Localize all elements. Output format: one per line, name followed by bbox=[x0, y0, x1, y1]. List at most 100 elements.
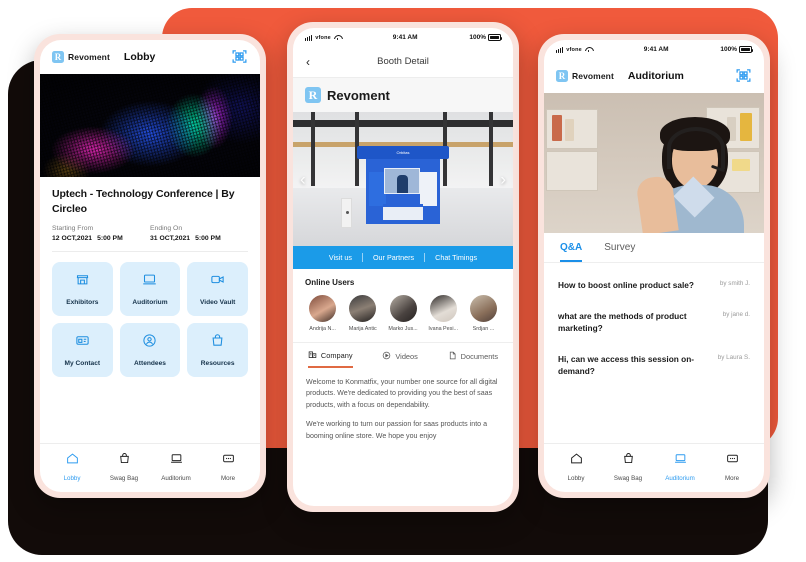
document-icon bbox=[448, 351, 457, 362]
bottom-tabbar: Lobby Swag Bag Auditorium More bbox=[544, 443, 764, 492]
signal-icon bbox=[556, 46, 564, 53]
booth-carousel-image: Orbitas ‹ › bbox=[293, 112, 513, 246]
bag-icon bbox=[622, 452, 635, 470]
brand-logo: R Revoment bbox=[556, 69, 614, 82]
battery-label: 100% bbox=[720, 46, 737, 53]
avatar bbox=[309, 295, 337, 322]
lobby-header: R Revoment Lobby bbox=[40, 40, 260, 74]
tile-label: Auditorium bbox=[132, 298, 168, 306]
question-item[interactable]: what are the methods of product marketin… bbox=[558, 300, 750, 343]
phone-middle-screen: vfone 9:41 AM 100% ‹ Booth Detail R Revo… bbox=[293, 28, 513, 506]
home-icon bbox=[570, 452, 583, 470]
phone-right: vfone 9:41 AM 100% R Revoment Auditorium bbox=[538, 34, 770, 498]
end-date: 31 OCT,2021 bbox=[150, 234, 191, 242]
subtab-label: Company bbox=[320, 351, 353, 360]
end-time: 5:00 PM bbox=[195, 234, 221, 242]
carousel-next-icon[interactable]: › bbox=[500, 171, 506, 188]
speaker-figure bbox=[635, 115, 749, 233]
brand-mark-icon: R bbox=[52, 50, 64, 63]
start-value: 12 OCT,2021 5:00 PM bbox=[52, 235, 150, 242]
tab-label: Lobby bbox=[567, 475, 585, 482]
subtab-label: Videos bbox=[395, 352, 418, 361]
chevron-left-icon[interactable]: ‹ bbox=[306, 56, 310, 68]
event-summary: Uptech - Technology Conference | By Circ… bbox=[40, 177, 260, 251]
question-item[interactable]: How to boost online product sale? by smi… bbox=[558, 269, 750, 300]
lobby-tile-grid: Exhibitors Auditorium Video Vault My Con… bbox=[40, 252, 260, 385]
paragraph: Welcome to Konmatfix, your number one so… bbox=[306, 378, 498, 409]
user-name: Srdjan ... bbox=[472, 326, 495, 332]
end-value: 31 OCT,2021 5:00 PM bbox=[150, 235, 248, 242]
user-item[interactable]: Marko Jus... bbox=[385, 295, 420, 332]
tile-label: Attendees bbox=[134, 359, 166, 367]
avatar bbox=[469, 295, 497, 322]
qr-scan-icon[interactable] bbox=[735, 67, 752, 84]
more-icon bbox=[726, 452, 739, 470]
battery-icon bbox=[487, 34, 503, 41]
booth-sign: Orbitas bbox=[357, 146, 449, 159]
tab-auditorium[interactable]: Auditorium bbox=[654, 452, 706, 482]
tab-lobby[interactable]: Lobby bbox=[550, 452, 602, 482]
question-text: what are the methods of product marketin… bbox=[558, 311, 687, 334]
tab-label: Swag Bag bbox=[613, 475, 643, 482]
user-item[interactable]: Marija Antic bbox=[345, 295, 380, 332]
carousel-prev-icon[interactable]: ‹ bbox=[300, 171, 306, 188]
tab-more[interactable]: More bbox=[706, 452, 758, 482]
user-item[interactable]: Srdjan ... bbox=[466, 295, 501, 332]
question-text: Hi, can we access this session on-demand… bbox=[558, 354, 695, 377]
session-tabs: Q&A Survey bbox=[544, 233, 764, 263]
page-title: Auditorium bbox=[627, 69, 684, 82]
tab-survey[interactable]: Survey bbox=[604, 242, 635, 262]
tab-auditorium[interactable]: Auditorium bbox=[150, 452, 202, 482]
play-icon bbox=[382, 351, 391, 362]
contact-card-icon bbox=[75, 333, 90, 353]
bottom-tabbar: Lobby Swag Bag Auditorium More bbox=[40, 443, 260, 492]
action-our-partners[interactable]: Our Partners bbox=[363, 253, 424, 262]
question-list: How to boost online product sale? by smi… bbox=[544, 263, 764, 443]
question-item[interactable]: Hi, can we access this session on-demand… bbox=[558, 343, 750, 386]
company-icon bbox=[308, 350, 317, 361]
tab-lobby[interactable]: Lobby bbox=[46, 452, 98, 482]
tile-attendees[interactable]: Attendees bbox=[119, 322, 181, 377]
booth-brand-bar: R Revoment bbox=[293, 77, 513, 112]
brand-name: Revoment bbox=[572, 70, 614, 81]
carrier-label: vfone bbox=[566, 46, 582, 53]
phone-left-screen: R Revoment Lobby Uptech - Technology Con… bbox=[40, 40, 260, 492]
tile-video-vault[interactable]: Video Vault bbox=[187, 261, 248, 316]
user-item[interactable]: Andrija N... bbox=[305, 295, 340, 332]
tile-auditorium[interactable]: Auditorium bbox=[119, 261, 181, 316]
booth-subtabs: Company Videos Documents bbox=[293, 342, 513, 368]
tile-label: Exhibitors bbox=[66, 298, 99, 306]
composition-stage: R Revoment Lobby Uptech - Technology Con… bbox=[0, 0, 806, 562]
user-item[interactable]: Ivana Pesi... bbox=[426, 295, 461, 332]
qr-scan-icon[interactable] bbox=[231, 48, 248, 65]
online-users-section: Online Users Andrija N... Marija Antic M… bbox=[293, 269, 513, 336]
tab-label: Lobby bbox=[63, 475, 81, 482]
subtab-videos[interactable]: Videos bbox=[382, 351, 418, 367]
tile-label: Video Vault bbox=[199, 298, 236, 306]
tab-swag-bag[interactable]: Swag Bag bbox=[602, 452, 654, 482]
booth-stand: Orbitas bbox=[357, 146, 449, 224]
tile-my-contact[interactable]: My Contact bbox=[52, 322, 113, 377]
action-visit-us[interactable]: Visit us bbox=[319, 253, 362, 262]
brand-name: Revoment bbox=[68, 51, 110, 62]
booth-action-bar: Visit us Our Partners Chat Timings bbox=[293, 246, 513, 269]
action-chat-timings[interactable]: Chat Timings bbox=[425, 253, 487, 262]
question-text: How to boost online product sale? bbox=[558, 280, 694, 290]
start-label: Starting From bbox=[52, 224, 94, 232]
start-time: 5:00 PM bbox=[97, 234, 123, 242]
phone-left: R Revoment Lobby Uptech - Technology Con… bbox=[34, 34, 266, 498]
wifi-icon bbox=[334, 35, 341, 41]
avatar bbox=[349, 295, 377, 322]
bag-icon bbox=[210, 333, 225, 353]
tab-qa[interactable]: Q&A bbox=[560, 242, 583, 262]
tile-resources[interactable]: Resources bbox=[187, 322, 248, 377]
status-bar: vfone 9:41 AM 100% bbox=[293, 28, 513, 47]
tab-swag-bag[interactable]: Swag Bag bbox=[98, 452, 150, 482]
subtab-company[interactable]: Company bbox=[307, 350, 353, 368]
subtab-documents[interactable]: Documents bbox=[448, 351, 498, 367]
tile-exhibitors[interactable]: Exhibitors bbox=[52, 261, 113, 316]
tab-label: Swag Bag bbox=[109, 475, 139, 482]
subtab-label: Documents bbox=[460, 352, 499, 361]
tab-more[interactable]: More bbox=[202, 452, 254, 482]
event-dates: Starting From 12 OCT,2021 5:00 PM Ending … bbox=[52, 225, 248, 242]
